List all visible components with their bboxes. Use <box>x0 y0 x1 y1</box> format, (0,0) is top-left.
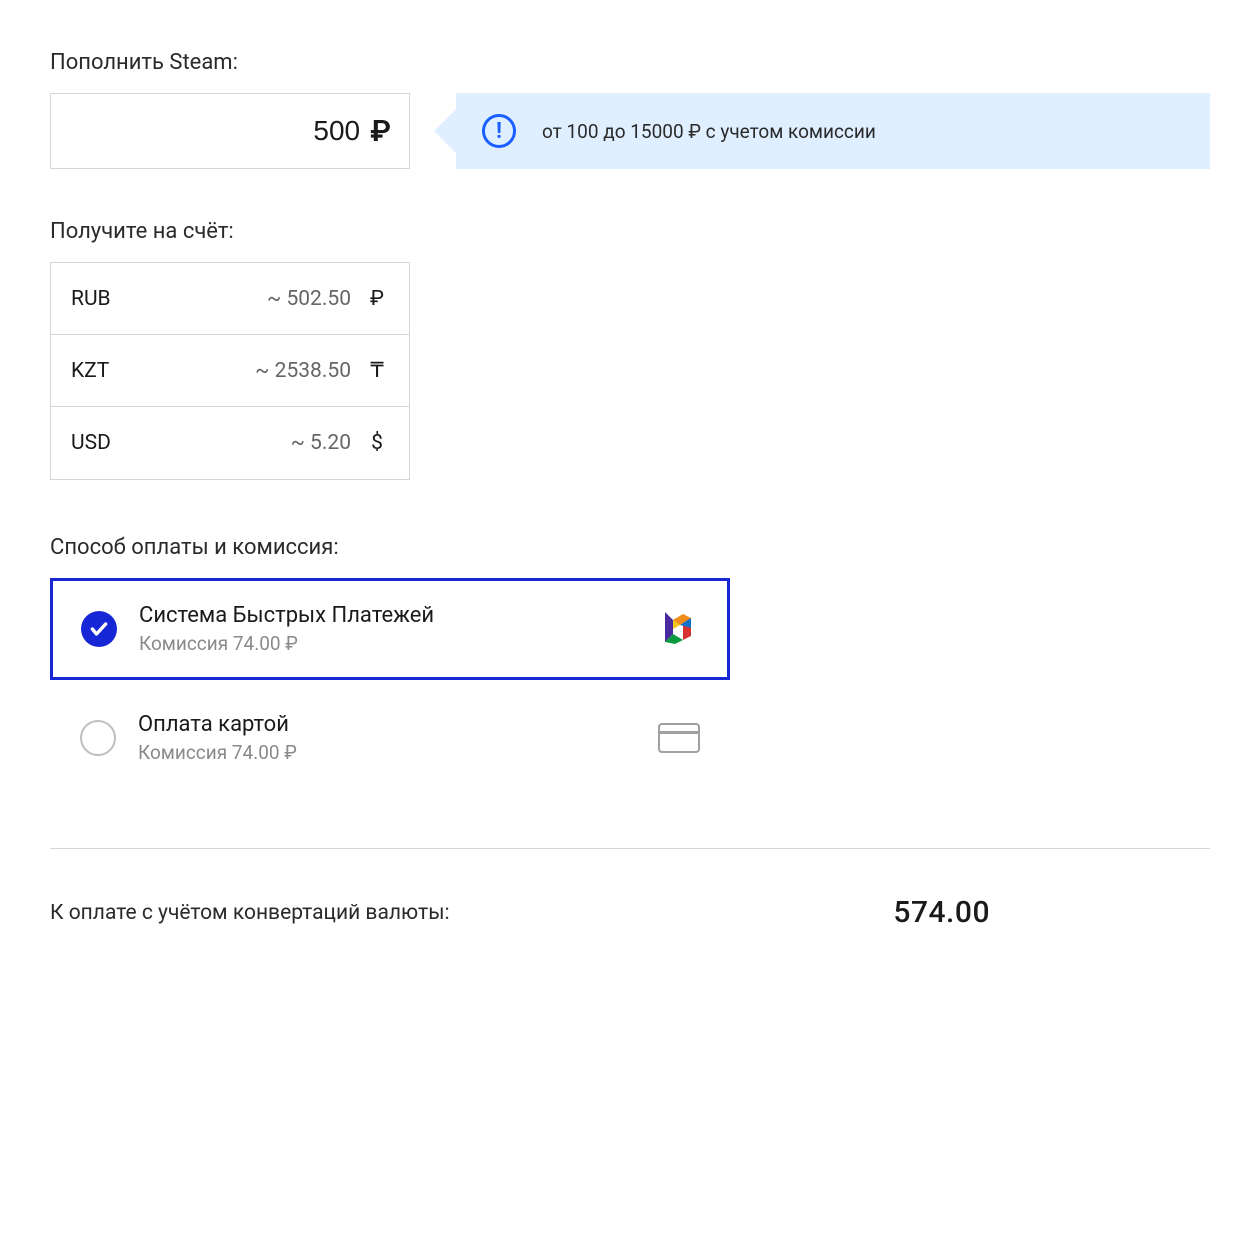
total-row: К оплате с учётом конвертаций валюты: 57… <box>50 895 1210 930</box>
currency-symbol: ₽ <box>365 287 389 311</box>
receive-row-rub: RUB ~ 502.50 ₽ <box>51 263 409 335</box>
payment-option-fee: Комиссия 74.00 ₽ <box>139 632 639 655</box>
receive-label: Получите на счёт: <box>50 219 1210 244</box>
receive-row-kzt: KZT ~ 2538.50 ₸ <box>51 335 409 407</box>
amount-hint-text: от 100 до 15000 ₽ с учетом комиссии <box>542 120 876 143</box>
currency-code: RUB <box>71 287 141 311</box>
currency-code: KZT <box>71 359 141 383</box>
payment-option-text: Оплата картой Комиссия 74.00 ₽ <box>138 712 636 764</box>
ruble-icon: ₽ <box>370 114 391 149</box>
radio-checked-icon <box>81 611 117 647</box>
topup-label: Пополнить Steam: <box>50 50 1210 75</box>
payment-option-card[interactable]: Оплата картой Комиссия 74.00 ₽ <box>50 688 730 788</box>
amount-hint: ! от 100 до 15000 ₽ с учетом комиссии <box>456 93 1210 169</box>
currency-symbol: ₸ <box>365 358 389 383</box>
divider <box>50 848 1210 849</box>
amount-input-wrap[interactable]: ₽ <box>50 93 410 169</box>
payment-option-text: Система Быстрых Платежей Комиссия 74.00 … <box>139 603 639 655</box>
currency-value: ~ 2538.50 <box>141 359 365 383</box>
currency-symbol: $ <box>365 431 389 455</box>
payment-method-section: Способ оплаты и комиссия: Система Быстры… <box>50 535 1210 788</box>
receive-row-usd: USD ~ 5.20 $ <box>51 407 409 479</box>
payment-option-sbp[interactable]: Система Быстрых Платежей Комиссия 74.00 … <box>50 578 730 680</box>
total-label: К оплате с учётом конвертаций валюты: <box>50 901 450 925</box>
total-value: 574.00 <box>893 895 1210 930</box>
payment-methods-label: Способ оплаты и комиссия: <box>50 535 1210 560</box>
receive-section: Получите на счёт: RUB ~ 502.50 ₽ KZT ~ 2… <box>50 219 1210 480</box>
currency-code: USD <box>71 431 141 455</box>
payment-option-fee: Комиссия 74.00 ₽ <box>138 741 636 764</box>
payment-option-name: Оплата картой <box>138 712 636 737</box>
payment-methods: Система Быстрых Платежей Комиссия 74.00 … <box>50 578 1210 788</box>
currency-value: ~ 502.50 <box>141 287 365 311</box>
radio-unchecked-icon <box>80 720 116 756</box>
receive-table: RUB ~ 502.50 ₽ KZT ~ 2538.50 ₸ USD ~ 5.2… <box>50 262 410 480</box>
amount-input[interactable] <box>69 115 370 147</box>
payment-option-name: Система Быстрых Платежей <box>139 603 639 628</box>
currency-value: ~ 5.20 <box>141 431 365 455</box>
card-icon <box>658 723 700 753</box>
topup-row: ₽ ! от 100 до 15000 ₽ с учетом комиссии <box>50 93 1210 169</box>
sbp-icon <box>661 606 699 653</box>
topup-section: Пополнить Steam: ₽ ! от 100 до 15000 ₽ с… <box>50 50 1210 169</box>
info-icon: ! <box>482 114 516 148</box>
